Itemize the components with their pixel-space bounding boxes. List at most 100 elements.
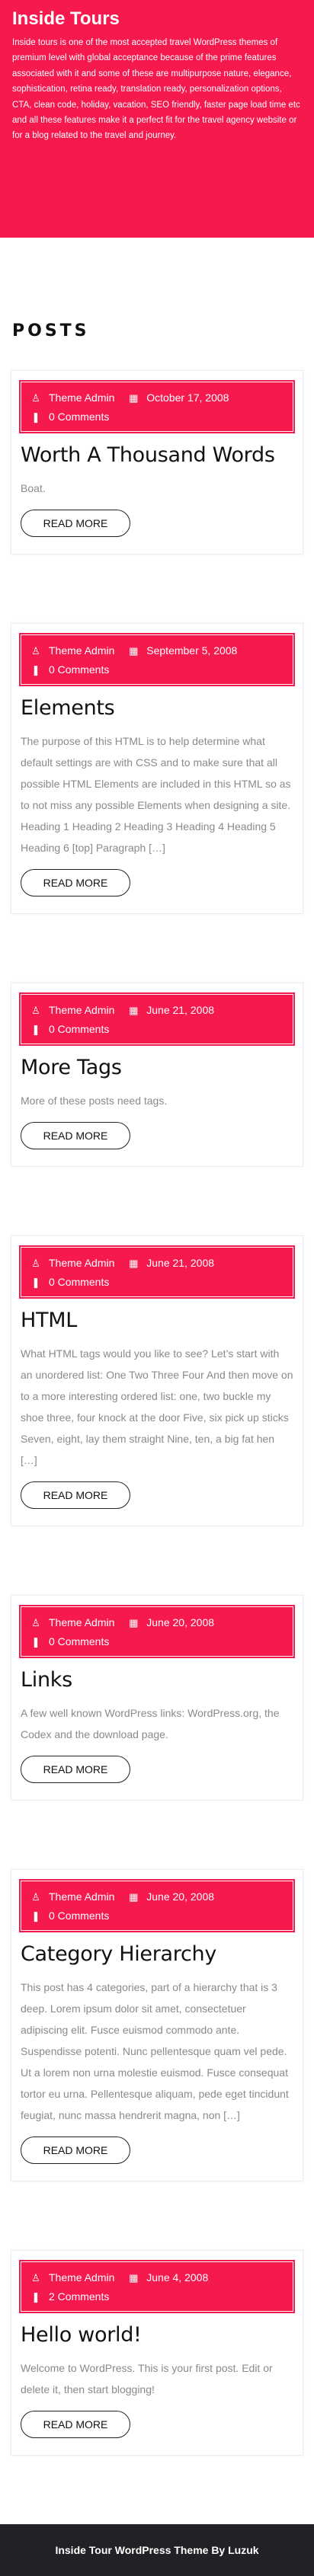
post-author[interactable]: ♙ Theme Admin [30, 1887, 114, 1906]
user-icon: ♙ [31, 1891, 40, 1903]
read-more-button[interactable]: READ MORE [21, 1756, 130, 1783]
post-excerpt: What HTML tags would you like to see? Le… [21, 1347, 293, 1466]
post-date[interactable]: ▦ June 4, 2008 [128, 2268, 208, 2287]
post-meta-bar: ♙ Theme Admin ▦ September 5, 2008 ❚ 0 Comme… [19, 633, 295, 686]
post-excerpt: This post has 4 categories, part of a hi… [21, 1981, 289, 2121]
user-icon: ♙ [31, 392, 40, 404]
post-comments-count: 0 Comments [49, 1910, 110, 1922]
calendar-icon: ▦ [129, 2272, 139, 2284]
post-meta-bar: ♙ Theme Admin ▦ June 4, 2008 ❚ 2 Comments [19, 2260, 295, 2313]
user-icon: ♙ [31, 2272, 40, 2284]
post-excerpt: A few well known WordPress links: WordPr… [21, 1707, 280, 1740]
post-comments[interactable]: ❚ 0 Comments [30, 1906, 110, 1926]
post-comments[interactable]: ❚ 0 Comments [30, 1020, 110, 1039]
post-author-name: Theme Admin [49, 1004, 115, 1016]
post-author-name: Theme Admin [49, 1616, 115, 1628]
comments-icon: ❚ [31, 664, 40, 676]
post-meta-bar: ♙ Theme Admin ▦ June 21, 2008 ❚ 0 Comments [19, 992, 295, 1046]
post-author-name: Theme Admin [49, 392, 115, 404]
posts-list: ♙ Theme Admin ▦ October 17, 2008 ❚ 0 Commen… [0, 370, 314, 2456]
user-icon: ♙ [31, 1258, 40, 1269]
post-title[interactable]: Links [21, 1667, 293, 1693]
post-author[interactable]: ♙ Theme Admin [30, 641, 114, 660]
post-date[interactable]: ▦ June 21, 2008 [128, 1254, 214, 1273]
comments-icon: ❚ [31, 1277, 40, 1288]
post-date-text: June 21, 2008 [146, 1257, 215, 1269]
post-card: ♙ Theme Admin ▦ June 20, 2008 ❚ 0 Comments … [11, 1869, 303, 2181]
post-excerpt: More of these posts need tags. [21, 1095, 168, 1107]
post-card: ♙ Theme Admin ▦ September 5, 2008 ❚ 0 Comme… [11, 623, 303, 914]
post-comments[interactable]: ❚ 0 Comments [30, 1273, 110, 1292]
read-more-button[interactable]: READ MORE [21, 2411, 130, 2438]
read-more-button[interactable]: READ MORE [21, 869, 130, 896]
post-card: ♙ Theme Admin ▦ October 17, 2008 ❚ 0 Commen… [11, 370, 303, 555]
post-author[interactable]: ♙ Theme Admin [30, 388, 114, 407]
site-title[interactable]: Inside Tours [12, 8, 302, 30]
read-more-button[interactable]: READ MORE [21, 510, 130, 537]
comments-icon: ❚ [31, 2291, 40, 2303]
hero-banner: Inside Tours Inside tours is one of the … [0, 0, 314, 238]
post-date-text: September 5, 2008 [146, 644, 238, 657]
post-comments[interactable]: ❚ 2 Comments [30, 2287, 110, 2306]
post-title[interactable]: HTML [21, 1308, 293, 1334]
post-meta-bar: ♙ Theme Admin ▦ June 20, 2008 ❚ 0 Comments [19, 1605, 295, 1658]
post-author[interactable]: ♙ Theme Admin [30, 1001, 114, 1020]
post-comments[interactable]: ❚ 0 Comments [30, 660, 110, 679]
post-comments-count: 0 Comments [49, 1023, 110, 1035]
user-icon: ♙ [31, 1005, 40, 1016]
post-date[interactable]: ▦ October 17, 2008 [128, 388, 229, 407]
footer-credit[interactable]: Inside Tour WordPress Theme By Luzuk [55, 2544, 258, 2556]
calendar-icon: ▦ [129, 1617, 139, 1628]
post-date[interactable]: ▦ June 20, 2008 [128, 1887, 214, 1906]
post-excerpt: Boat. [21, 482, 46, 494]
post-author-name: Theme Admin [49, 2271, 115, 2284]
post-author[interactable]: ♙ Theme Admin [30, 1613, 114, 1632]
post-title[interactable]: More Tags [21, 1055, 293, 1081]
post-comments-count: 0 Comments [49, 1276, 110, 1288]
post-title[interactable]: Worth A Thousand Words [21, 443, 293, 468]
comments-icon: ❚ [31, 411, 40, 423]
post-excerpt: The purpose of this HTML is to help dete… [21, 735, 291, 854]
post-author-name: Theme Admin [49, 1890, 115, 1903]
post-author[interactable]: ♙ Theme Admin [30, 1254, 114, 1273]
post-date[interactable]: ▦ June 21, 2008 [128, 1001, 214, 1020]
post-date-text: June 20, 2008 [146, 1616, 215, 1628]
post-comments-count: 0 Comments [49, 411, 110, 423]
read-more-button[interactable]: READ MORE [21, 1481, 130, 1509]
post-title[interactable]: Hello world! [21, 2322, 293, 2348]
post-author-name: Theme Admin [49, 644, 115, 657]
post-excerpt: Welcome to WordPress. This is your first… [21, 2362, 273, 2395]
post-comments[interactable]: ❚ 0 Comments [30, 407, 110, 427]
post-card: ♙ Theme Admin ▦ June 21, 2008 ❚ 0 Comments … [11, 983, 303, 1167]
post-card: ♙ Theme Admin ▦ June 4, 2008 ❚ 2 Comments H… [11, 2250, 303, 2456]
read-more-button[interactable]: READ MORE [21, 2137, 130, 2164]
user-icon: ♙ [31, 645, 40, 657]
post-author-name: Theme Admin [49, 1257, 115, 1269]
post-card: ♙ Theme Admin ▦ June 21, 2008 ❚ 0 Comments … [11, 1235, 303, 1526]
post-date-text: June 4, 2008 [146, 2271, 209, 2284]
post-meta-bar: ♙ Theme Admin ▦ June 20, 2008 ❚ 0 Comments [19, 1879, 295, 1932]
post-date-text: October 17, 2008 [146, 392, 229, 404]
calendar-icon: ▦ [129, 1005, 139, 1016]
calendar-icon: ▦ [129, 1891, 139, 1903]
post-meta-bar: ♙ Theme Admin ▦ October 17, 2008 ❚ 0 Commen… [19, 380, 295, 433]
calendar-icon: ▦ [129, 1258, 139, 1269]
post-meta-bar: ♙ Theme Admin ▦ June 21, 2008 ❚ 0 Comments [19, 1245, 295, 1299]
read-more-button[interactable]: READ MORE [21, 1122, 130, 1149]
post-date-text: June 21, 2008 [146, 1004, 215, 1016]
hero-description: Inside tours is one of the most accepted… [12, 38, 300, 141]
post-author[interactable]: ♙ Theme Admin [30, 2268, 114, 2287]
site-footer: Inside Tour WordPress Theme By Luzuk [0, 2524, 314, 2576]
posts-section-heading: POSTS [12, 321, 90, 340]
comments-icon: ❚ [31, 1024, 40, 1035]
post-date[interactable]: ▦ June 20, 2008 [128, 1613, 214, 1632]
user-icon: ♙ [31, 1617, 40, 1628]
calendar-icon: ▦ [129, 392, 139, 404]
post-title[interactable]: Elements [21, 695, 293, 721]
post-title[interactable]: Category Hierarchy [21, 1942, 293, 1967]
post-comments[interactable]: ❚ 0 Comments [30, 1632, 110, 1651]
post-date[interactable]: ▦ September 5, 2008 [128, 641, 237, 660]
comments-icon: ❚ [31, 1636, 40, 1648]
post-card: ♙ Theme Admin ▦ June 20, 2008 ❚ 0 Comments … [11, 1595, 303, 1801]
calendar-icon: ▦ [129, 645, 139, 657]
